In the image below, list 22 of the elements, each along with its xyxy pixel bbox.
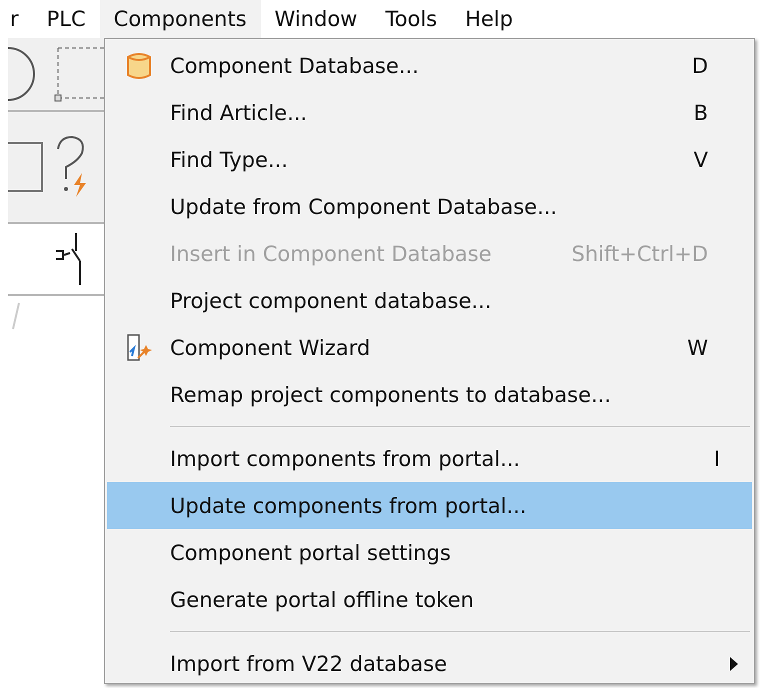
menu-item[interactable]: Import from V22 database	[107, 640, 752, 687]
menu-bar-item[interactable]: PLC	[32, 0, 100, 38]
menu-item[interactable]: Update from Component Database...	[107, 183, 752, 230]
database-icon	[126, 52, 152, 80]
menu-item[interactable]: Generate portal offline token	[107, 576, 752, 623]
menu-bar-item[interactable]: Help	[451, 0, 527, 38]
menu-item[interactable]: Find Type... V	[107, 136, 752, 183]
menu-item[interactable]: Remap project components to database...	[107, 371, 752, 418]
menu-item[interactable]: Component Database... D	[107, 42, 752, 89]
menu-bar-item[interactable]: Window	[260, 0, 372, 38]
menu-item[interactable]: Find Article... B	[107, 89, 752, 136]
menu-bar-item[interactable]: r	[0, 0, 33, 38]
slash-mark	[12, 302, 20, 330]
wizard-icon	[126, 334, 152, 362]
menu-item[interactable]: Component Wizard W	[107, 324, 752, 371]
menu-item[interactable]: Update components from portal...	[107, 482, 752, 529]
menu-bar-item[interactable]: Components	[100, 0, 261, 38]
menu-item[interactable]: Import components from portal... I	[107, 435, 752, 482]
menu-bar-item[interactable]: Tools	[371, 0, 452, 38]
menu-item[interactable]: Component portal settings	[107, 529, 752, 576]
question-mark-icon	[54, 135, 88, 199]
menu-item[interactable]: Project component database...	[107, 277, 752, 324]
